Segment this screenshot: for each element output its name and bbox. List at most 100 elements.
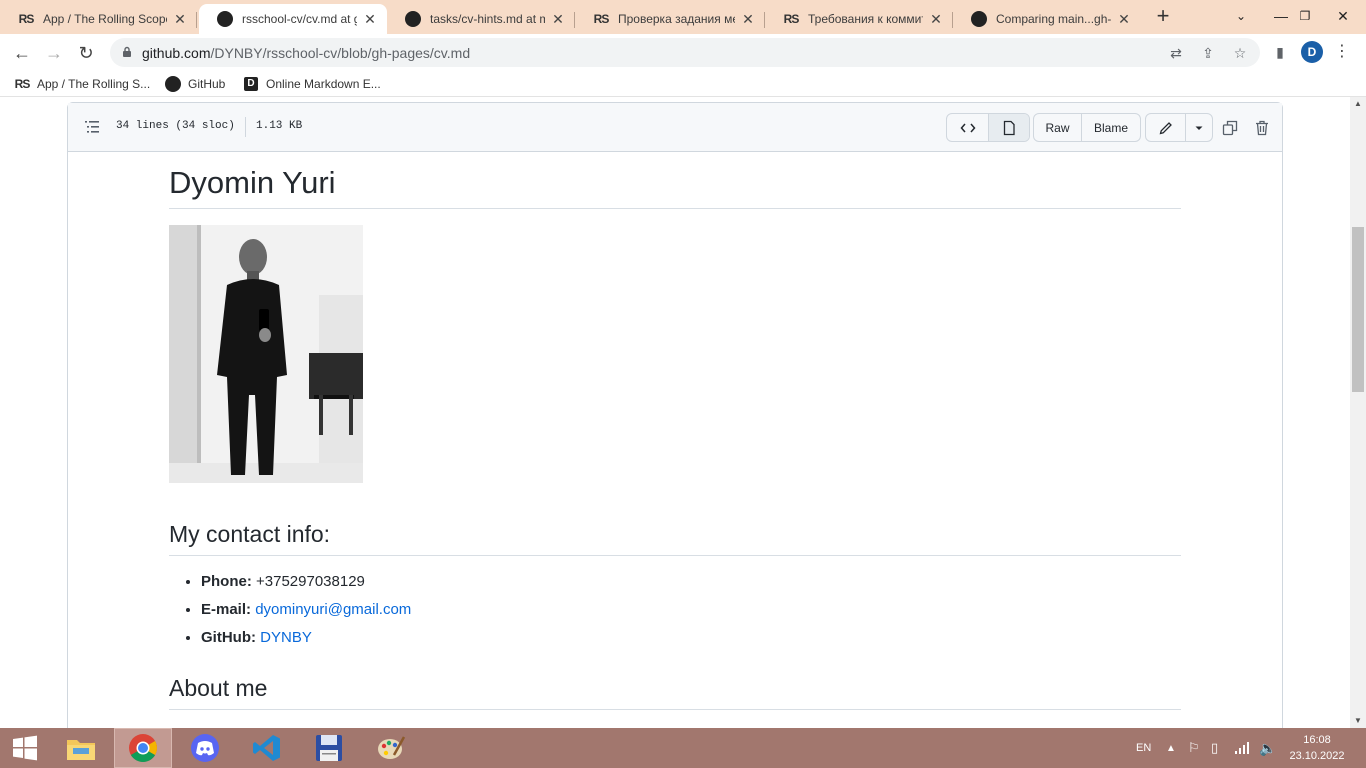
vscode-icon[interactable]	[238, 728, 296, 768]
rs-icon: RS	[14, 77, 31, 91]
view-toggle-group	[946, 113, 1030, 142]
tab-cv-md[interactable]: rsschool-cv/cv.md at gh-pages ✕	[199, 4, 387, 34]
phone-value: +375297038129	[256, 573, 365, 590]
raw-button[interactable]: Raw	[1034, 114, 1082, 141]
bookmark-markdown-editor[interactable]: D Online Markdown E...	[243, 75, 381, 93]
tab-title: App / The Rolling Scopes	[43, 12, 167, 26]
close-window-button[interactable]: ✕	[1320, 0, 1366, 34]
back-arrow-icon[interactable]: ←	[8, 39, 36, 67]
vertical-scrollbar[interactable]: ▲ ▼	[1350, 97, 1366, 728]
tab-cv-hints[interactable]: tasks/cv-hints.md at master ✕	[387, 4, 575, 34]
url-text: github.com/DYNBY/rsschool-cv/blob/gh-pag…	[142, 45, 470, 61]
contact-label: GitHub:	[201, 629, 256, 646]
code-view-icon[interactable]	[947, 114, 989, 141]
volume-icon[interactable]: 🔈	[1259, 728, 1276, 768]
file-view-icon[interactable]	[989, 114, 1029, 141]
flag-icon[interactable]: ⚐	[1188, 728, 1200, 768]
scrollbar-thumb[interactable]	[1352, 227, 1364, 392]
edit-group	[1145, 113, 1213, 142]
browser-toolbar: ← → ↻ github.com/DYNBY/rsschool-cv/blob/…	[0, 34, 1366, 71]
bookmark-label: Online Markdown E...	[266, 77, 381, 91]
discord-icon[interactable]	[176, 728, 234, 768]
tab-title: Comparing main...gh-pages	[996, 12, 1111, 26]
battery-icon[interactable]: ▯	[1211, 728, 1218, 768]
url-host: github.com	[142, 45, 211, 61]
close-tab-icon[interactable]: ✕	[173, 11, 187, 28]
start-windows-icon[interactable]	[0, 728, 50, 768]
markdown-body: Dyomin Yuri My contact info: • Phone: +3…	[169, 163, 1181, 710]
file-container: 34 lines (34 sloc) 1.13 KB Raw Blame Dyo…	[67, 102, 1283, 728]
contact-list: Phone: +375297038129 E-mail: dyominyuri@…	[169, 568, 1181, 652]
email-link[interactable]: dyominyuri@gmail.com	[255, 601, 411, 618]
tab-title: rsschool-cv/cv.md at gh-pages	[242, 12, 357, 26]
profile-photo	[169, 225, 363, 483]
list-item: GitHub: DYNBY	[201, 624, 1181, 652]
tab-comparing[interactable]: Comparing main...gh-pages ✕	[953, 4, 1141, 34]
tab-title: tasks/cv-hints.md at master	[430, 12, 545, 26]
windows-taskbar: EN ▲ ⚐ ▯ 🔈 16:08 23.10.2022	[0, 728, 1366, 768]
contact-label: Phone:	[201, 573, 252, 590]
contact-heading: My contact info:	[169, 518, 1181, 556]
close-tab-icon[interactable]: ✕	[363, 11, 377, 28]
bookmark-label: GitHub	[188, 77, 226, 91]
github-icon	[165, 76, 181, 92]
line-count: 34 lines (34 sloc)	[116, 120, 235, 132]
network-icon[interactable]	[1234, 728, 1250, 768]
bookmark-rolling-scopes[interactable]: RS App / The Rolling S...	[14, 75, 151, 93]
file-explorer-icon[interactable]	[52, 728, 110, 768]
tray-expand-icon[interactable]: ▲	[1166, 728, 1176, 768]
list-item: Phone: +375297038129	[201, 568, 1181, 596]
tab-commit-requirements[interactable]: RS Требования к коммитам ✕	[765, 4, 953, 34]
share-icon[interactable]: ⇪	[1200, 45, 1216, 61]
tab-mentor-check[interactable]: RS Проверка задания ментором ✕	[575, 4, 765, 34]
cv-title: Dyomin Yuri	[169, 163, 1181, 209]
side-panel-icon[interactable]: ▮	[1272, 44, 1288, 60]
page-viewport: 34 lines (34 sloc) 1.13 KB Raw Blame Dyo…	[0, 97, 1350, 728]
close-tab-icon[interactable]: ✕	[1117, 11, 1131, 28]
about-heading: About me	[169, 672, 1181, 710]
bookmark-star-icon[interactable]: ☆	[1232, 45, 1248, 61]
translate-icon[interactable]: ⇄	[1168, 45, 1184, 61]
forward-arrow-icon[interactable]: →	[40, 39, 68, 67]
close-tab-icon[interactable]: ✕	[551, 11, 565, 28]
rs-icon: RS	[18, 12, 35, 26]
menu-kebab-icon[interactable]: ⋮	[1334, 41, 1350, 63]
scroll-down-arrow-icon[interactable]: ▼	[1350, 714, 1366, 728]
file-header: 34 lines (34 sloc) 1.13 KB Raw Blame	[68, 103, 1282, 152]
close-tab-icon[interactable]: ✕	[741, 11, 755, 28]
lock-icon	[123, 46, 131, 57]
d-icon: D	[243, 76, 259, 92]
tab-rolling-scopes-app[interactable]: RS App / The Rolling Scopes ✕	[0, 4, 197, 34]
github-link[interactable]: DYNBY	[260, 629, 312, 646]
trash-icon[interactable]	[1254, 120, 1270, 136]
github-icon	[217, 11, 233, 27]
scroll-up-arrow-icon[interactable]: ▲	[1350, 97, 1366, 111]
bookmark-github[interactable]: GitHub	[165, 75, 225, 93]
close-tab-icon[interactable]: ✕	[929, 11, 943, 28]
url-path: /DYNBY/rsschool-cv/blob/gh-pages/cv.md	[210, 45, 471, 61]
language-indicator[interactable]: EN	[1136, 728, 1151, 768]
list-item: E-mail: dyominyuri@gmail.com	[201, 596, 1181, 624]
pencil-edit-icon[interactable]	[1146, 114, 1186, 141]
github-icon	[405, 11, 421, 27]
clock-date: 23.10.2022	[1289, 750, 1345, 762]
file-size: 1.13 KB	[256, 120, 303, 132]
paint-icon[interactable]	[362, 728, 420, 768]
address-bar[interactable]: github.com/DYNBY/rsschool-cv/blob/gh-pag…	[110, 38, 1260, 67]
bookmark-label: App / The Rolling S...	[37, 77, 151, 91]
profile-avatar[interactable]: D	[1301, 41, 1323, 63]
system-clock[interactable]: 16:08 23.10.2022	[1282, 732, 1352, 764]
floppy-disk-icon[interactable]	[300, 728, 358, 768]
github-icon	[971, 11, 987, 27]
divider	[245, 117, 246, 137]
clock-time: 16:08	[1303, 734, 1331, 746]
reload-icon[interactable]: ↻	[72, 39, 100, 67]
copy-icon[interactable]	[1222, 120, 1238, 136]
new-tab-button[interactable]: +	[1150, 4, 1176, 30]
blame-button[interactable]: Blame	[1082, 114, 1140, 141]
chrome-icon[interactable]	[114, 728, 172, 768]
chevron-down-icon[interactable]	[1186, 114, 1212, 141]
tab-title: Проверка задания ментором	[618, 12, 735, 26]
rs-icon: RS	[593, 12, 610, 26]
outline-list-icon[interactable]	[84, 119, 100, 135]
